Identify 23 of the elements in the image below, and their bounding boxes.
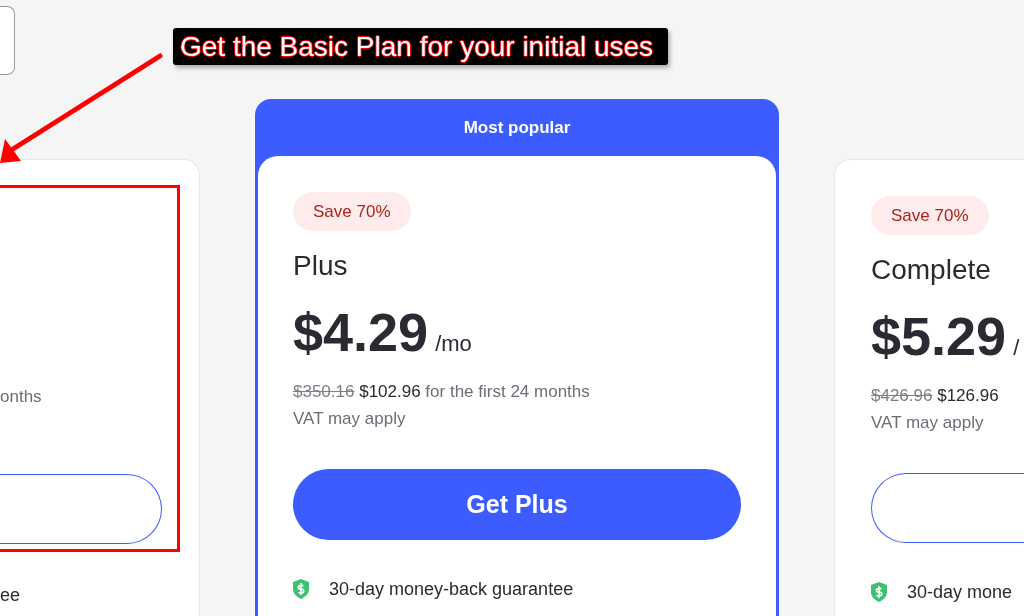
shield-dollar-icon (871, 582, 887, 602)
get-plan-button[interactable] (0, 474, 162, 544)
shield-dollar-icon (293, 579, 309, 599)
vat-note: VAT may apply (293, 408, 406, 430)
price-period: /mo (435, 331, 472, 357)
plan-price: $5.29 (871, 309, 1007, 363)
discount-badge: Save 70% (871, 196, 989, 235)
callout-label: Get the Basic Plan for your initial uses (173, 28, 669, 65)
discount-badge: Save 70% (293, 192, 411, 231)
billing-terms: $350.16 $102.96 for the first 24 months (293, 381, 590, 403)
guarantee-text: 30-day mone (907, 581, 1013, 604)
guarantee-text: 30-day money-back guarantee (329, 578, 574, 601)
guarantee-text: ee (0, 584, 22, 607)
vat-note: VAT may apply (871, 412, 984, 434)
plan-name: Plus (293, 249, 348, 283)
plan-price: $4.29 (293, 305, 429, 359)
get-plan-button[interactable]: Get Plus (293, 469, 741, 540)
billing-terms: onths (0, 386, 43, 408)
get-plan-button[interactable] (871, 473, 1024, 543)
billing-terms: $426.96 $126.96 (871, 385, 999, 407)
popular-ribbon-label: Most popular (463, 116, 571, 139)
plan-name: Complete (871, 253, 991, 287)
price-period: / (1013, 335, 1020, 361)
